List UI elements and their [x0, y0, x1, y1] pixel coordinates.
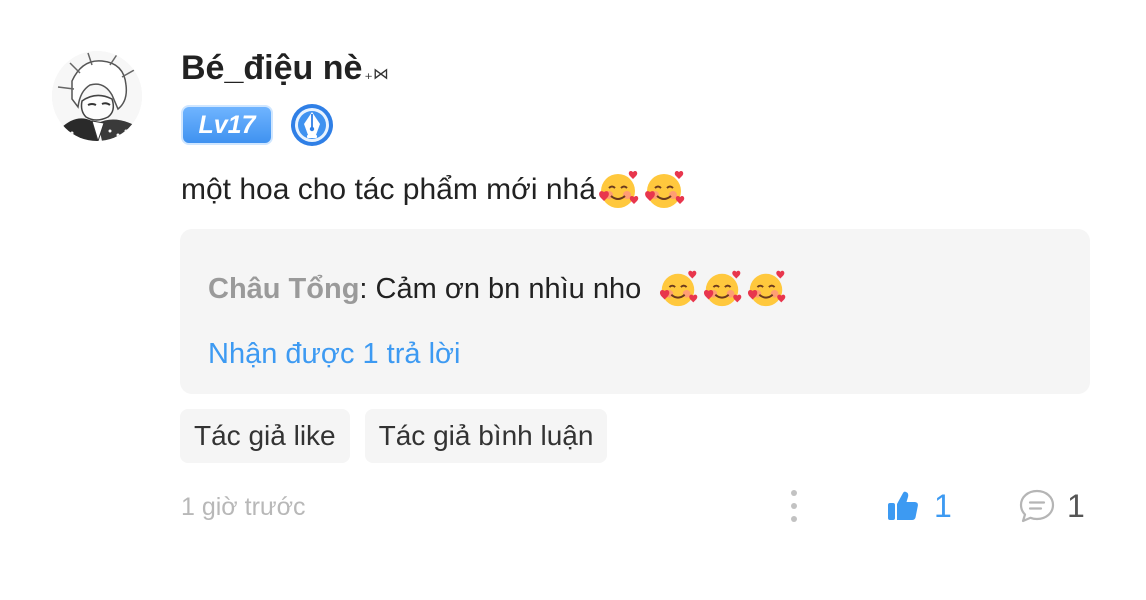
smiling-face-with-hearts-icon: [704, 270, 742, 307]
pen-nib-icon[interactable]: [289, 102, 335, 148]
reply-preview-line: Châu Tổng: Cảm ơn bn nhìu nho: [208, 267, 787, 311]
username-decoration: ₊⋈: [364, 66, 389, 83]
reply-author[interactable]: Châu Tổng: [208, 267, 359, 311]
timestamp: 1 giờ trước: [181, 493, 306, 521]
more-vertical-icon[interactable]: [782, 488, 806, 524]
username-text: Bé_điệu nè: [181, 49, 363, 87]
reply-separator: :: [359, 273, 368, 305]
reply-count: 1: [1067, 487, 1085, 524]
smiling-face-with-hearts-icon: [645, 170, 685, 208]
view-replies-link[interactable]: Nhận được 1 trả lời: [208, 332, 461, 376]
author-tags: Tác giả like Tác giả bình luận: [180, 409, 622, 463]
smiling-face-with-hearts-icon: [599, 170, 639, 208]
reply-button[interactable]: 1: [1017, 486, 1085, 526]
chat-bubble-icon: [1019, 489, 1055, 523]
comment-body: một hoa cho tác phẩm mới nhá: [181, 173, 596, 206]
reply-text: Cảm ơn bn nhìu nho: [367, 273, 650, 305]
user-badges: Lv17: [181, 104, 335, 146]
thumbs-up-icon: [888, 491, 918, 520]
comment-item: Bé_điệu nè ₊⋈ Lv17 một hoa cho tác phẩm m…: [0, 0, 1146, 600]
comment-text: một hoa cho tác phẩm mới nhá: [181, 166, 686, 214]
smiling-face-with-hearts-icon: [748, 270, 786, 307]
smiling-face-with-hearts-icon: [660, 270, 698, 307]
avatar[interactable]: [52, 51, 142, 141]
like-count: 1: [934, 487, 952, 524]
tag-author-commented: Tác giả bình luận: [364, 409, 608, 463]
level-badge[interactable]: Lv17: [181, 105, 273, 145]
reply-preview-box[interactable]: Châu Tổng: Cảm ơn bn nhìu nho Nhận được …: [180, 229, 1090, 394]
like-button[interactable]: 1: [886, 486, 952, 526]
tag-author-liked: Tác giả like: [180, 409, 350, 463]
username[interactable]: Bé_điệu nè ₊⋈: [181, 45, 389, 98]
